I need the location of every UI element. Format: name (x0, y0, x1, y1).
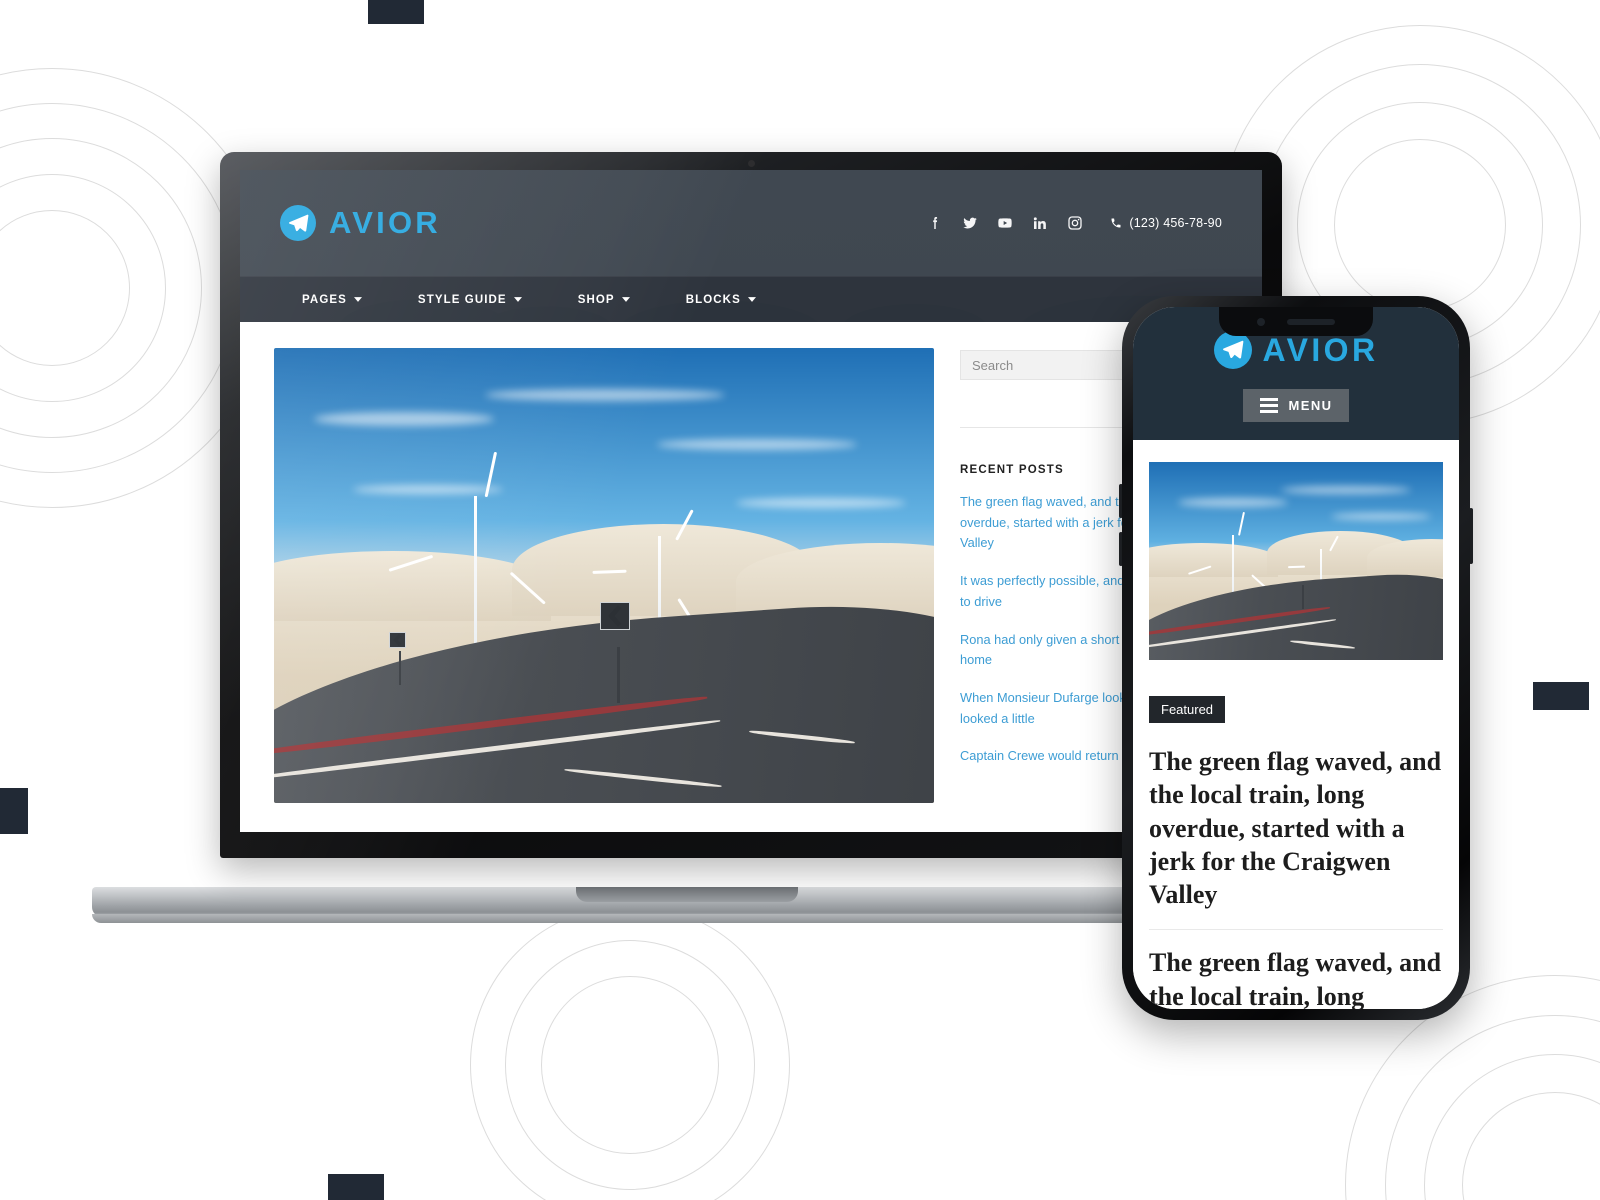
site-content: Search RECENT POSTS The green flag waved… (240, 322, 1262, 803)
status-badge: Featured (1149, 696, 1226, 723)
nav-item-blocks[interactable]: BLOCKS (658, 294, 784, 306)
decor-square-right (1533, 682, 1589, 710)
decor-square-top (368, 0, 424, 24)
mobile-content: Featured The green flag waved, and the l… (1133, 440, 1459, 1009)
front-camera-icon (1257, 317, 1265, 326)
mobile-logo[interactable]: AVIOR (1133, 331, 1459, 369)
nav-item-label: BLOCKS (685, 293, 741, 306)
phone-notch (1219, 307, 1373, 336)
site-logo-text: AVIOR (329, 205, 441, 240)
road-sign-post (617, 646, 621, 703)
laptop-base (92, 887, 1282, 923)
chevron-down-icon (621, 297, 630, 302)
phone-icon (1111, 218, 1121, 228)
linkedin-icon[interactable] (1032, 215, 1048, 231)
road-sign-post (399, 650, 402, 685)
nav-item-label: SHOP (577, 293, 615, 306)
decor-square-bottom (328, 1174, 384, 1200)
nav-item-shop[interactable]: SHOP (550, 294, 658, 306)
chevron-road-sign (388, 632, 406, 649)
nav-item-style-guide[interactable]: STYLE GUIDE (390, 294, 550, 306)
mobile-menu-label: MENU (1288, 398, 1333, 413)
mobile-post-image[interactable] (1149, 462, 1443, 660)
header-phone-number: (123) 456-78-90 (1129, 216, 1222, 230)
mockup-canvas: AVIOR (123) 456-78-90 PAGES STYLE GUIDE … (0, 0, 1600, 1200)
earpiece-speaker (1287, 318, 1335, 325)
laptop-mockup: AVIOR (123) 456-78-90 PAGES STYLE GUIDE … (92, 152, 1282, 923)
primary-nav: PAGES STYLE GUIDE SHOP BLOCKS (240, 276, 1262, 322)
facebook-icon[interactable] (927, 215, 943, 231)
hero-post-image[interactable] (274, 348, 934, 803)
mobile-logo-text: AVIOR (1262, 331, 1379, 368)
mobile-menu-button[interactable]: MENU (1242, 389, 1350, 422)
mobile-post-headline-2[interactable]: The green flag waved, and the local trai… (1149, 946, 1443, 1009)
phone-frame: AVIOR MENU Featured The green flag waved… (1122, 296, 1470, 1020)
laptop-base-notch (576, 887, 798, 902)
chevron-down-icon (513, 297, 522, 302)
webcam-icon (748, 160, 755, 167)
decor-rings-bottom-left (470, 905, 790, 1200)
youtube-icon[interactable] (997, 215, 1013, 231)
search-input-value: Search (972, 357, 1014, 373)
twitter-icon[interactable] (962, 215, 978, 231)
decor-rings-bottom-right (1345, 975, 1600, 1200)
paper-plane-icon (280, 205, 316, 241)
mobile-viewport: AVIOR MENU Featured The green flag waved… (1133, 307, 1459, 1009)
nav-item-label: PAGES (302, 293, 347, 306)
chevron-down-icon (747, 297, 756, 302)
nav-item-label: STYLE GUIDE (417, 293, 507, 306)
desktop-viewport: AVIOR (123) 456-78-90 PAGES STYLE GUIDE … (240, 170, 1262, 832)
chevron-down-icon (353, 297, 362, 302)
phone-mockup: AVIOR MENU Featured The green flag waved… (1119, 296, 1473, 1020)
wind-turbine (388, 448, 546, 669)
header-social-group: (123) 456-78-90 (927, 215, 1222, 231)
mobile-divider (1149, 929, 1443, 931)
chevron-road-sign (600, 602, 631, 631)
site-logo[interactable]: AVIOR (280, 205, 441, 241)
road-sign-post (1301, 584, 1304, 609)
hamburger-icon (1259, 398, 1278, 413)
nav-item-pages[interactable]: PAGES (274, 294, 390, 306)
instagram-icon[interactable] (1067, 215, 1083, 231)
mobile-post-headline[interactable]: The green flag waved, and the local trai… (1149, 745, 1443, 911)
decor-square-left (0, 788, 28, 834)
paper-plane-icon (1213, 331, 1252, 369)
site-header: AVIOR (123) 456-78-90 PAGES STYLE GUIDE … (240, 170, 1262, 322)
header-phone[interactable]: (123) 456-78-90 (1110, 216, 1222, 230)
